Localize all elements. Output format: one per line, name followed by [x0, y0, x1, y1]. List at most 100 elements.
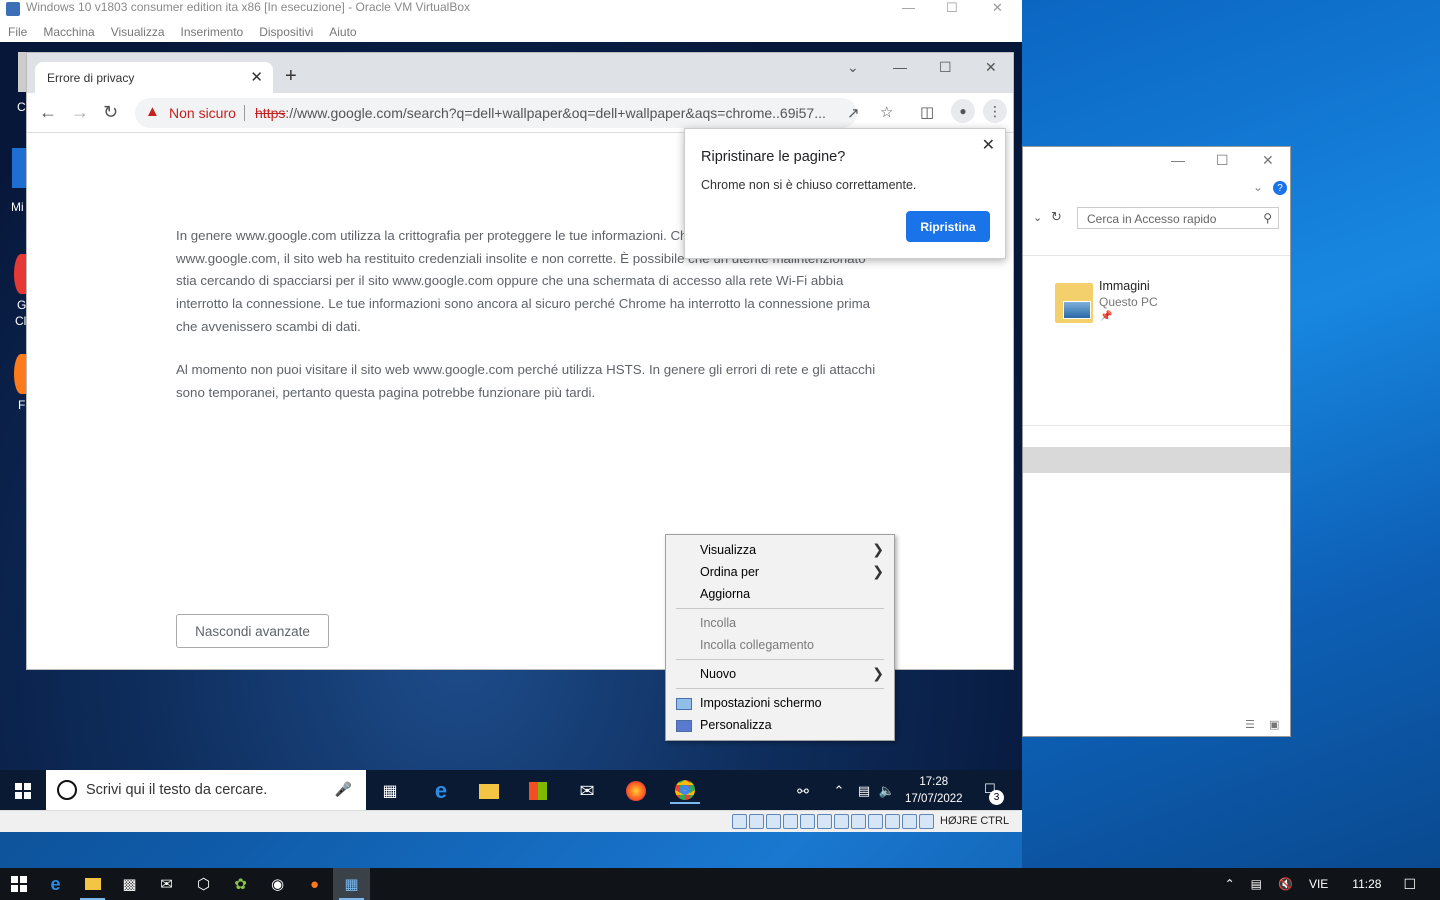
chrome-maximize-button[interactable]: ☐ — [939, 59, 952, 76]
audio-icon[interactable] — [766, 814, 781, 829]
guest-clock[interactable]: 17:28 17/07/2022 — [905, 774, 963, 808]
explorer-search-input[interactable]: Cerca in Accesso rapido ⚲ — [1077, 207, 1279, 229]
profile-avatar-icon[interactable]: ● — [951, 99, 975, 123]
ctx-ordina-per[interactable]: Ordina per — [700, 565, 759, 579]
chrome-tabbar: Errore di privacy ✕ + ⌄ — ☐ ✕ — [27, 53, 1013, 93]
mouse-integration-icon[interactable] — [902, 814, 917, 829]
popup-close-icon[interactable]: ✕ — [982, 135, 995, 155]
not-secure-label[interactable]: Non sicuro — [169, 105, 236, 121]
address-dropdown-icon[interactable]: ⌄ — [1033, 211, 1042, 224]
host-clock[interactable]: 11:28 — [1352, 877, 1381, 891]
ctx-aggiorna[interactable]: Aggiorna — [700, 587, 750, 601]
vt-icon[interactable] — [885, 814, 900, 829]
host-edge-icon[interactable]: e — [37, 868, 74, 900]
guest-search-box[interactable]: Scrivi qui il testo da cercare. 🎤 — [46, 770, 366, 810]
keyboard-icon[interactable] — [919, 814, 934, 829]
windows-start-icon[interactable] — [8, 778, 38, 804]
new-tab-button[interactable]: + — [285, 65, 297, 88]
address-bar[interactable]: ▲ Non sicuro https://www.google.com/sear… — [135, 98, 860, 128]
store-icon[interactable] — [523, 778, 553, 804]
personalize-icon — [676, 720, 692, 732]
tab-search-icon[interactable]: ⌄ — [847, 59, 859, 76]
vbox-title-bar: Windows 10 v1803 consumer edition ita x8… — [0, 0, 1022, 22]
host-mail-icon[interactable]: ✉ — [148, 868, 185, 900]
restore-button[interactable]: Ripristina — [906, 211, 990, 242]
shared-folders-icon[interactable] — [817, 814, 832, 829]
refresh-icon[interactable]: ↻ — [1051, 209, 1062, 225]
menu-dots-icon[interactable]: ⋮ — [983, 99, 1007, 123]
file-explorer-icon[interactable] — [474, 778, 504, 804]
explorer-maximize-button[interactable]: ☐ — [1216, 152, 1229, 169]
vbox-menubar: File Macchina Visualizza Inserimento Dis… — [0, 22, 1022, 42]
ctx-impostazioni-schermo[interactable]: Impostazioni schermo — [700, 696, 822, 710]
host-explorer-icon[interactable] — [74, 868, 111, 900]
ctx-personalizza[interactable]: Personalizza — [700, 718, 772, 732]
video-capture-icon[interactable] — [851, 814, 866, 829]
host-store-icon[interactable]: ▩ — [111, 868, 148, 900]
explorer-minimize-button[interactable]: — — [1171, 152, 1185, 168]
host-volume-muted-icon[interactable]: 🔇 — [1278, 877, 1293, 891]
volume-icon[interactable]: 🔈 — [872, 778, 902, 804]
chrome-icon[interactable] — [670, 778, 700, 804]
host-3d-icon[interactable]: ⬡ — [185, 868, 222, 900]
details-view-icon[interactable]: ☰ — [1245, 718, 1255, 731]
host-language[interactable]: VIE — [1309, 877, 1328, 891]
host-helmet-icon[interactable]: ◉ — [259, 868, 296, 900]
explorer-close-button[interactable]: ✕ — [1262, 152, 1274, 169]
hsts-explanation: Al momento non puoi visitare il sito web… — [176, 362, 876, 400]
ctx-nuovo[interactable]: Nuovo — [700, 667, 736, 681]
tab-privacy-error[interactable]: Errore di privacy ✕ — [35, 62, 273, 93]
display-icon[interactable] — [834, 814, 849, 829]
menu-inserimento[interactable]: Inserimento — [173, 22, 252, 42]
reload-icon[interactable]: ↻ — [103, 102, 118, 123]
folder-name[interactable]: Immagini — [1099, 279, 1150, 293]
microphone-icon[interactable]: 🎤 — [335, 781, 352, 798]
menu-aiuto[interactable]: Aiuto — [321, 22, 364, 42]
minimize-button[interactable]: — — [902, 0, 915, 15]
maximize-button[interactable]: ☐ — [946, 0, 958, 16]
ribbon-expand-icon[interactable]: ⌄ — [1253, 180, 1263, 194]
host-action-center-icon[interactable]: ☐ — [1403, 876, 1416, 893]
explorer-search-placeholder: Cerca in Accesso rapido — [1087, 212, 1217, 226]
bookmark-star-icon[interactable]: ☆ — [880, 103, 893, 121]
url-text[interactable]: https://www.google.com/search?q=dell+wal… — [255, 105, 840, 121]
menu-file[interactable]: File — [0, 22, 35, 42]
host-app-icon[interactable]: ✿ — [222, 868, 259, 900]
warning-triangle-icon[interactable]: ▲ — [145, 103, 160, 120]
hdd-icon[interactable] — [732, 814, 747, 829]
usb-icon[interactable] — [800, 814, 815, 829]
network-adapter-icon[interactable] — [783, 814, 798, 829]
menu-separator — [676, 608, 884, 609]
menu-macchina[interactable]: Macchina — [35, 22, 102, 42]
chrome-close-button[interactable]: ✕ — [985, 59, 997, 76]
ctx-incolla[interactable]: Incolla — [700, 616, 736, 630]
host-virtualbox-icon[interactable]: ▦ — [333, 868, 370, 900]
tab-close-icon[interactable]: ✕ — [250, 68, 263, 86]
optical-drive-icon[interactable] — [749, 814, 764, 829]
back-arrow-icon[interactable]: ← — [39, 102, 57, 123]
menu-dispositivi[interactable]: Dispositivi — [251, 22, 321, 42]
large-icons-view-icon[interactable]: ▣ — [1269, 718, 1279, 731]
host-firefox-icon[interactable]: ● — [296, 868, 333, 900]
host-network-icon[interactable]: ▤ — [1251, 877, 1262, 891]
ctx-incolla-collegamento[interactable]: Incolla collegamento — [700, 638, 814, 652]
help-icon[interactable]: ? — [1273, 181, 1287, 195]
images-folder-icon[interactable] — [1055, 283, 1093, 323]
task-view-icon[interactable]: ▦ — [375, 778, 405, 804]
ctx-visualizza[interactable]: Visualizza — [700, 543, 756, 557]
menu-visualizza[interactable]: Visualizza — [103, 22, 173, 42]
hide-advanced-button[interactable]: Nascondi avanzate — [176, 614, 329, 648]
edge-icon[interactable]: e — [426, 778, 456, 804]
firefox-icon[interactable] — [621, 778, 651, 804]
close-button[interactable]: ✕ — [992, 0, 1003, 16]
host-tray-chevron-icon[interactable]: ⌃ — [1225, 877, 1235, 891]
host-start-icon[interactable] — [0, 868, 37, 900]
mail-icon[interactable]: ✉ — [572, 778, 602, 804]
share-icon[interactable]: ↗ — [847, 104, 860, 122]
people-icon[interactable]: ⚯ — [788, 778, 818, 804]
side-panel-icon[interactable]: ◫ — [920, 103, 934, 121]
chrome-minimize-button[interactable]: — — [893, 59, 907, 75]
cpu-icon[interactable] — [868, 814, 883, 829]
divider — [1023, 425, 1290, 426]
forward-arrow-icon[interactable]: → — [71, 102, 89, 123]
